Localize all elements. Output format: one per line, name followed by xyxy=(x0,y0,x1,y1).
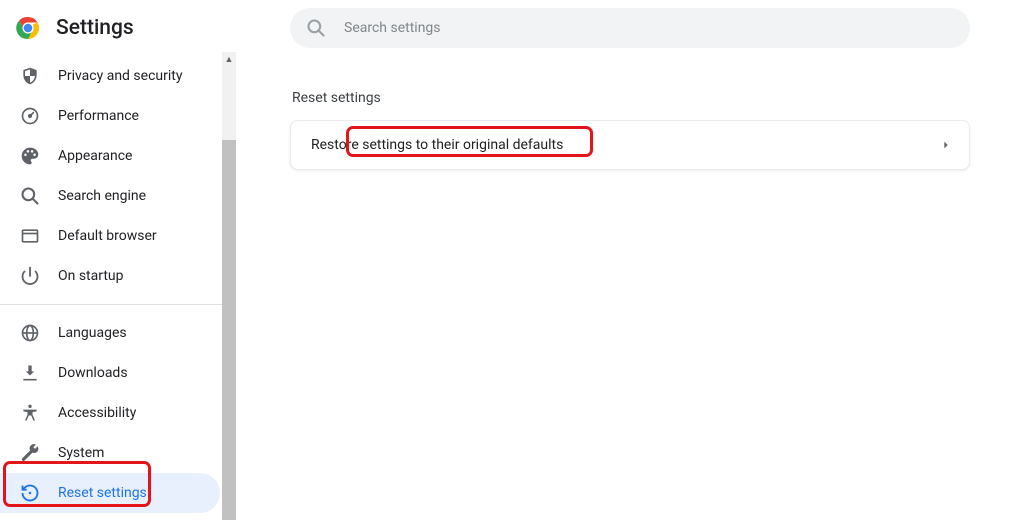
chevron-right-icon xyxy=(941,140,951,150)
sidebar-item-label: On startup xyxy=(58,268,124,284)
globe-icon xyxy=(20,323,40,343)
settings-card: Restore settings to their original defau… xyxy=(290,120,970,170)
sidebar-item-label: System xyxy=(58,445,104,461)
section-title: Reset settings xyxy=(290,90,970,106)
power-icon xyxy=(20,266,40,286)
sidebar-header: Settings xyxy=(0,0,236,56)
sidebar-item-appearance[interactable]: Appearance xyxy=(0,136,220,176)
page-title: Settings xyxy=(56,16,134,40)
search-icon xyxy=(20,186,40,206)
wrench-icon xyxy=(20,443,40,463)
search-placeholder: Search settings xyxy=(344,20,441,36)
restore-defaults-label: Restore settings to their original defau… xyxy=(311,137,563,153)
sidebar-item-system[interactable]: System xyxy=(0,433,220,473)
sidebar-item-reset-settings[interactable]: Reset settings xyxy=(0,473,220,513)
shield-icon xyxy=(20,66,40,86)
sidebar-item-label: Privacy and security xyxy=(58,68,182,84)
browser-icon xyxy=(20,226,40,246)
sidebar-item-downloads[interactable]: Downloads xyxy=(0,353,220,393)
speedometer-icon xyxy=(20,106,40,126)
download-icon xyxy=(20,363,40,383)
sidebar-scrollbar[interactable]: ▲ xyxy=(222,52,236,512)
sidebar-item-label: Appearance xyxy=(58,148,132,164)
reset-icon xyxy=(20,483,40,503)
sidebar-item-accessibility[interactable]: Accessibility xyxy=(0,393,220,433)
sidebar-item-label: Accessibility xyxy=(58,405,136,421)
sidebar-item-search-engine[interactable]: Search engine xyxy=(0,176,220,216)
sidebar-item-label: Languages xyxy=(58,325,127,341)
sidebar-item-label: Performance xyxy=(58,108,139,124)
sidebar-item-label: Reset settings xyxy=(58,485,147,501)
reset-settings-section: Reset settings Restore settings to their… xyxy=(290,90,970,170)
search-icon xyxy=(306,18,326,38)
sidebar-item-label: Downloads xyxy=(58,365,128,381)
accessibility-icon xyxy=(20,403,40,423)
sidebar-divider xyxy=(0,304,222,305)
main-content: Search settings Reset settings Restore s… xyxy=(236,0,1024,519)
restore-defaults-row[interactable]: Restore settings to their original defau… xyxy=(291,121,969,169)
sidebar-item-on-startup[interactable]: On startup xyxy=(0,256,220,296)
sidebar-item-languages[interactable]: Languages xyxy=(0,313,220,353)
palette-icon xyxy=(20,146,40,166)
sidebar-item-privacy-and-security[interactable]: Privacy and security xyxy=(0,56,220,96)
sidebar-item-label: Default browser xyxy=(58,228,157,244)
search-input[interactable]: Search settings xyxy=(290,8,970,48)
sidebar-item-performance[interactable]: Performance xyxy=(0,96,220,136)
scrollbar-thumb[interactable] xyxy=(222,140,236,520)
sidebar-item-label: Search engine xyxy=(58,188,146,204)
chrome-logo-icon xyxy=(16,16,40,40)
sidebar-item-default-browser[interactable]: Default browser xyxy=(0,216,220,256)
sidebar: Settings Privacy and security Performanc… xyxy=(0,0,236,519)
scroll-up-arrow-icon[interactable]: ▲ xyxy=(222,52,236,66)
